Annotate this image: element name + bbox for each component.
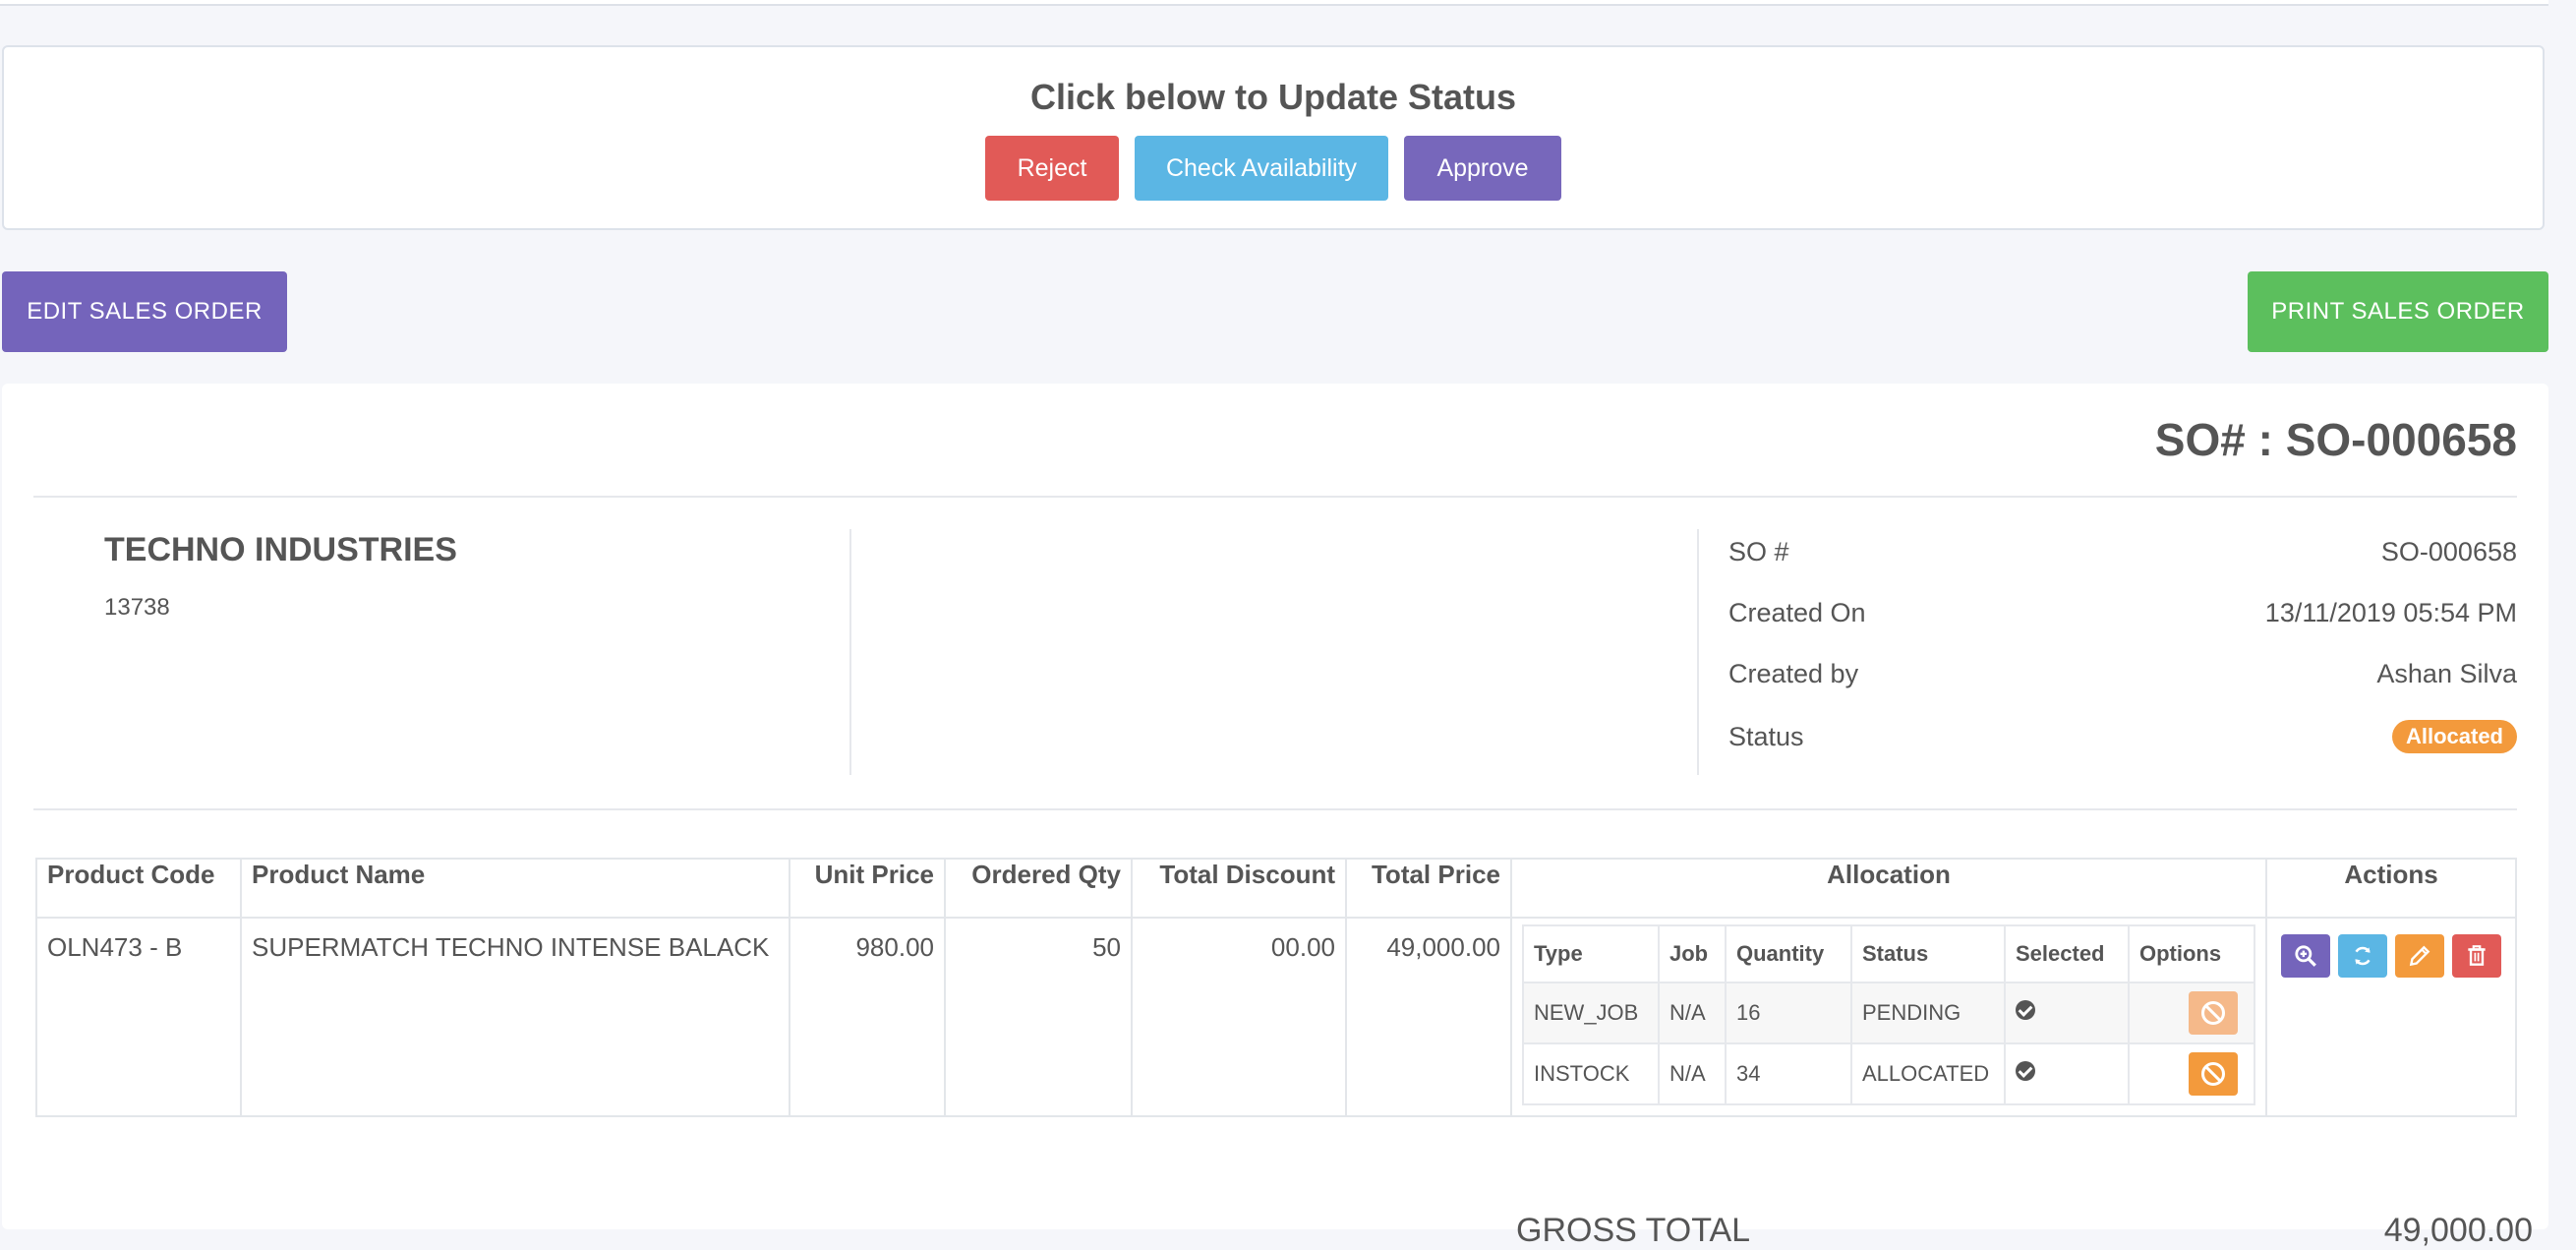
ban-icon bbox=[2200, 1000, 2226, 1026]
divider bbox=[33, 808, 2517, 810]
meta-label: Created On bbox=[1728, 598, 1866, 627]
meta-value: 13/11/2019 05:54 PM bbox=[2264, 598, 2517, 627]
order-items-table: Product Code Product Name Unit Price Ord… bbox=[35, 858, 2517, 1117]
cancel-allocation-button[interactable] bbox=[2189, 1052, 2238, 1096]
table-header-row: Product Code Product Name Unit Price Ord… bbox=[35, 858, 2517, 919]
meta-created-on: Created On 13/11/2019 05:54 PM bbox=[1728, 598, 2517, 628]
update-status-panel: Click below to Update Status Reject Chec… bbox=[2, 45, 2545, 230]
alloc-header-job: Job bbox=[1658, 924, 1727, 983]
header-unit-price: Unit Price bbox=[789, 858, 946, 919]
sales-order-card: SO# : SO-000658 TECHNO INDUSTRIES 13738 … bbox=[2, 384, 2548, 1229]
alloc-options bbox=[2128, 982, 2255, 1044]
alloc-job: N/A bbox=[1658, 982, 1727, 1044]
alloc-quantity: 16 bbox=[1725, 982, 1852, 1044]
trash-icon bbox=[2468, 945, 2486, 966]
gross-total-value: 49,000.00 bbox=[2383, 1212, 2533, 1249]
header-ordered-qty: Ordered Qty bbox=[944, 858, 1133, 919]
header-actions: Actions bbox=[2265, 858, 2517, 919]
print-sales-order-button[interactable]: PRINT SALES ORDER bbox=[2248, 271, 2548, 352]
alloc-quantity: 34 bbox=[1725, 1042, 1852, 1105]
ban-icon bbox=[2200, 1061, 2226, 1087]
header-allocation: Allocation bbox=[1510, 858, 2267, 919]
gross-total-label: GROSS TOTAL bbox=[1516, 1212, 1751, 1249]
view-button[interactable] bbox=[2281, 934, 2330, 978]
header-product-code: Product Code bbox=[35, 858, 242, 919]
alloc-type: INSTOCK bbox=[1522, 1042, 1660, 1105]
alloc-header-quantity: Quantity bbox=[1725, 924, 1852, 983]
divider bbox=[33, 496, 2517, 498]
refresh-button[interactable] bbox=[2338, 934, 2387, 978]
edit-button[interactable] bbox=[2395, 934, 2444, 978]
row-actions bbox=[2277, 932, 2505, 978]
status-buttons: Reject Check Availability Approve bbox=[4, 136, 2543, 201]
alloc-selected bbox=[2004, 982, 2130, 1044]
cell-unit-price: 980.00 bbox=[789, 917, 946, 1117]
cell-product-name: SUPERMATCH TECHNO INTENSE BALACK bbox=[240, 917, 790, 1117]
top-panel-edge bbox=[0, 0, 2548, 6]
zoom-in-icon bbox=[2295, 945, 2316, 967]
header-total-discount: Total Discount bbox=[1131, 858, 1347, 919]
alloc-header-status: Status bbox=[1850, 924, 2006, 983]
company-code: 13738 bbox=[104, 594, 170, 621]
meta-so-number: SO # SO-000658 bbox=[1728, 537, 2517, 567]
cell-product-code: OLN473 - B bbox=[35, 917, 242, 1117]
allocation-table: Type Job Quantity Status Selected Option… bbox=[1522, 924, 2255, 1105]
alloc-header-selected: Selected bbox=[2004, 924, 2130, 983]
meta-status: Status Allocated bbox=[1728, 720, 2517, 753]
status-badge: Allocated bbox=[2391, 720, 2517, 753]
alloc-job: N/A bbox=[1658, 1042, 1727, 1105]
pencil-icon bbox=[2409, 945, 2430, 967]
allocation-header-row: Type Job Quantity Status Selected Option… bbox=[1522, 924, 2255, 983]
check-circle-icon bbox=[2016, 1000, 2035, 1020]
cell-allocation: Type Job Quantity Status Selected Option… bbox=[1510, 917, 2267, 1117]
refresh-icon bbox=[2355, 946, 2371, 966]
alloc-type: NEW_JOB bbox=[1522, 982, 1660, 1044]
approve-button[interactable]: Approve bbox=[1404, 136, 1561, 201]
allocation-row: INSTOCK N/A 34 ALLOCATED bbox=[1522, 1042, 2255, 1105]
cell-total-price: 49,000.00 bbox=[1345, 917, 1512, 1117]
meta-value: SO-000658 bbox=[2380, 537, 2517, 566]
alloc-options bbox=[2128, 1042, 2255, 1105]
meta-label: Status bbox=[1728, 721, 1804, 751]
delete-button[interactable] bbox=[2452, 934, 2501, 978]
status-panel-title: Click below to Update Status bbox=[1029, 77, 1517, 117]
meta-label: Created by bbox=[1728, 659, 1859, 688]
meta-label: SO # bbox=[1728, 537, 1789, 566]
alloc-header-options: Options bbox=[2128, 924, 2255, 983]
column-divider bbox=[849, 529, 851, 775]
allocation-row: NEW_JOB N/A 16 PENDING bbox=[1522, 982, 2255, 1044]
so-number-heading: SO# : SO-000658 bbox=[2154, 414, 2517, 465]
edit-sales-order-button[interactable]: EDIT SALES ORDER bbox=[2, 271, 287, 352]
column-divider bbox=[1697, 529, 1699, 775]
cell-actions bbox=[2265, 917, 2517, 1117]
reject-button[interactable]: Reject bbox=[985, 136, 1119, 201]
header-total-price: Total Price bbox=[1345, 858, 1512, 919]
cell-ordered-qty: 50 bbox=[944, 917, 1133, 1117]
company-name: TECHNO INDUSTRIES bbox=[104, 531, 457, 568]
alloc-selected bbox=[2004, 1042, 2130, 1105]
meta-value: Ashan Silva bbox=[2376, 659, 2517, 688]
table-row: OLN473 - B SUPERMATCH TECHNO INTENSE BAL… bbox=[35, 917, 2517, 1117]
alloc-header-type: Type bbox=[1522, 924, 1660, 983]
check-circle-icon bbox=[2016, 1061, 2035, 1081]
meta-created-by: Created by Ashan Silva bbox=[1728, 659, 2517, 689]
check-availability-button[interactable]: Check Availability bbox=[1135, 136, 1388, 201]
alloc-status: PENDING bbox=[1850, 982, 2006, 1044]
header-product-name: Product Name bbox=[240, 858, 790, 919]
cancel-allocation-button[interactable] bbox=[2189, 991, 2238, 1035]
cell-total-discount: 00.00 bbox=[1131, 917, 1347, 1117]
alloc-status: ALLOCATED bbox=[1850, 1042, 2006, 1105]
